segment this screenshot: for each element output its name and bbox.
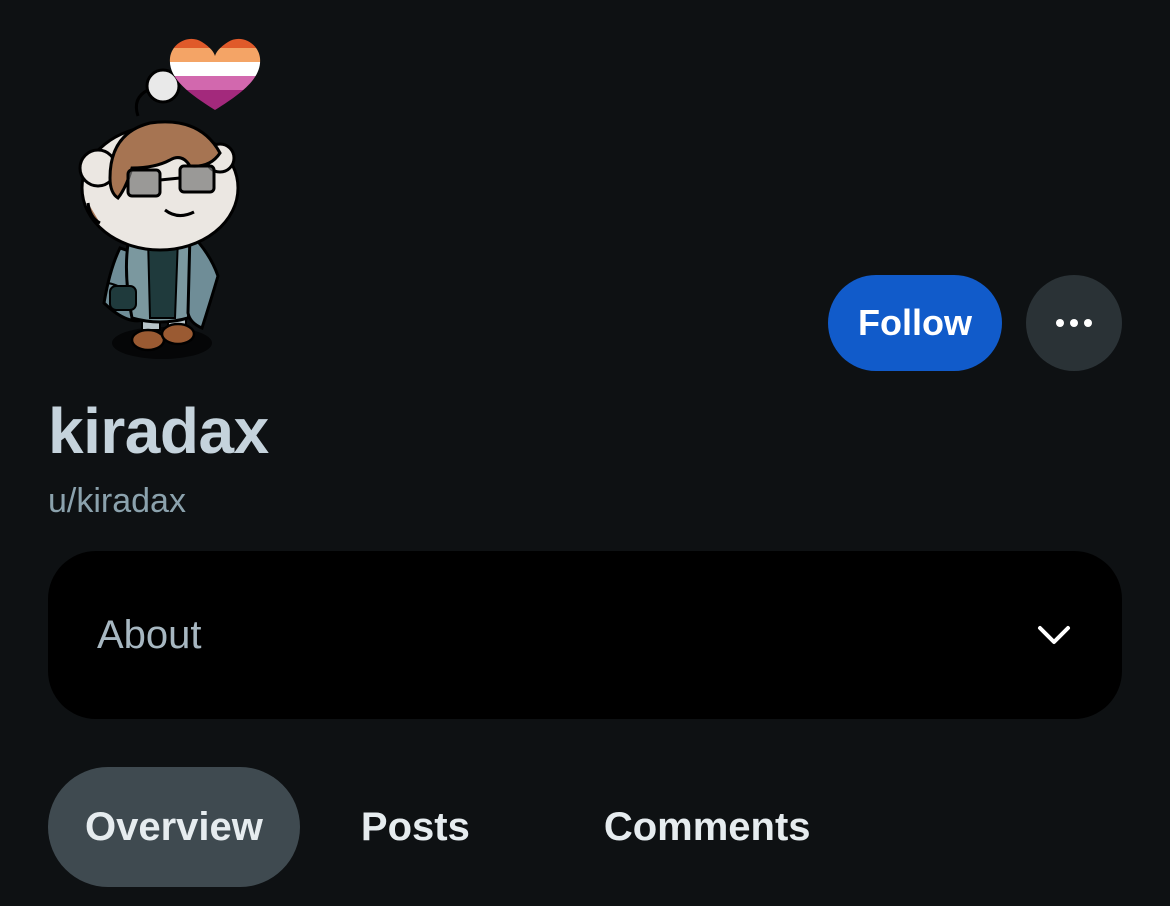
about-label: About: [97, 612, 202, 657]
follow-button[interactable]: Follow: [828, 275, 1002, 371]
more-options-button[interactable]: [1026, 275, 1122, 371]
more-horizontal-icon: [1056, 319, 1064, 327]
more-horizontal-icon: [1084, 319, 1092, 327]
tab-overview[interactable]: Overview: [48, 767, 300, 887]
more-horizontal-icon: [1070, 319, 1078, 327]
about-section-toggle[interactable]: About: [48, 551, 1122, 719]
chevron-down-icon: [1038, 626, 1070, 644]
profile-display-name: kiradax: [48, 395, 269, 467]
snoo-avatar-icon[interactable]: [70, 28, 270, 373]
profile-tabs: Overview Posts Comments: [48, 767, 848, 887]
profile-actions: Follow: [828, 275, 1122, 371]
tab-comments[interactable]: Comments: [567, 767, 848, 887]
profile-page: Follow kiradax u/kiradax About Overview …: [0, 0, 1170, 906]
tab-posts[interactable]: Posts: [324, 767, 507, 887]
profile-username: u/kiradax: [48, 482, 186, 520]
